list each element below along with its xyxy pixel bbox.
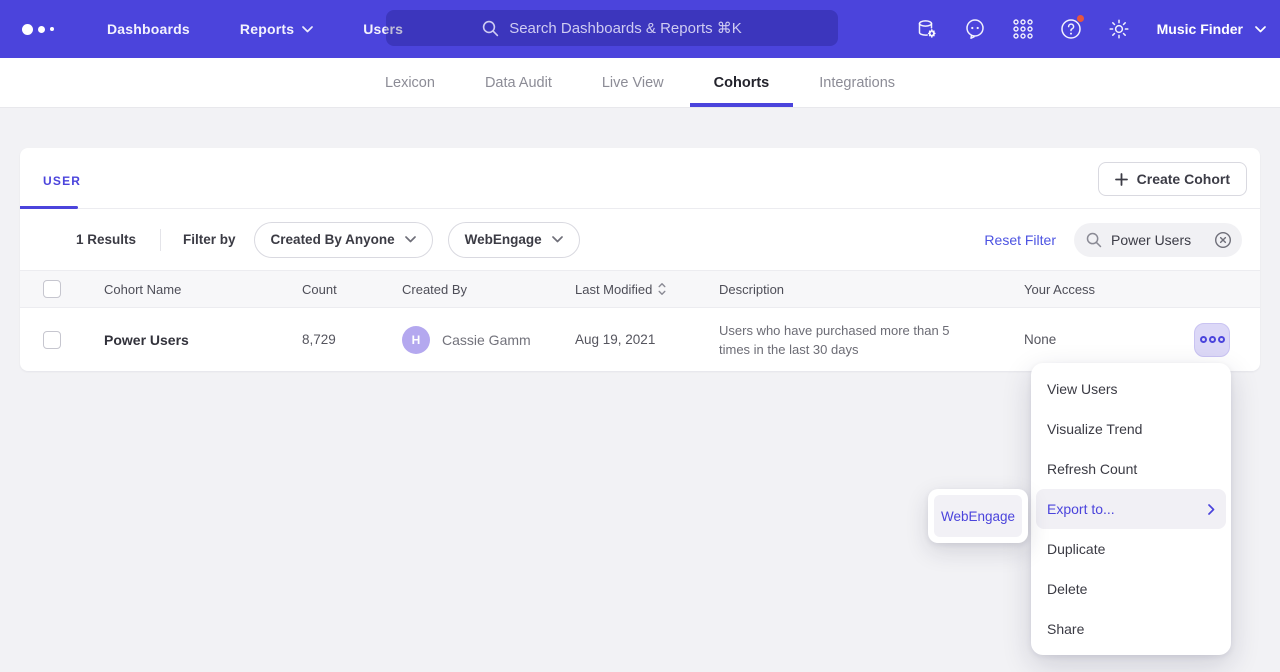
menu-item-refresh-count[interactable]: Refresh Count	[1031, 449, 1231, 489]
select-all-checkbox[interactable]	[43, 280, 61, 298]
create-cohort-label: Create Cohort	[1137, 171, 1230, 187]
reset-filter-link[interactable]: Reset Filter	[984, 232, 1056, 248]
nav-links: Dashboards Reports Users	[82, 0, 428, 58]
tab-live-view[interactable]: Live View	[578, 58, 688, 107]
project-name: Music Finder	[1157, 21, 1243, 37]
project-switcher[interactable]: Music Finder	[1157, 21, 1266, 37]
nav-link-label: Dashboards	[107, 21, 190, 37]
cohort-search-box	[1074, 223, 1242, 257]
col-header-cohort-name: Cohort Name	[104, 282, 302, 297]
menu-item-duplicate[interactable]: Duplicate	[1031, 529, 1231, 569]
cohort-type-tab-user[interactable]: USER	[43, 174, 81, 188]
menu-item-delete[interactable]: Delete	[1031, 569, 1231, 609]
created-by-filter-dropdown[interactable]: Created By Anyone	[254, 222, 433, 258]
top-navbar: Dashboards Reports Users Search Dashboar…	[0, 0, 1280, 58]
search-icon	[482, 20, 499, 37]
tab-integrations[interactable]: Integrations	[795, 58, 919, 107]
chevron-down-icon	[552, 236, 563, 243]
menu-item-share[interactable]: Share	[1031, 609, 1231, 649]
apps-grid-icon[interactable]	[999, 0, 1047, 58]
create-cohort-button[interactable]: Create Cohort	[1098, 162, 1247, 196]
clear-search-icon[interactable]	[1214, 231, 1232, 249]
tab-cohorts[interactable]: Cohorts	[690, 58, 794, 107]
nav-link-reports[interactable]: Reports	[215, 0, 338, 58]
created-by-name: Cassie Gamm	[442, 332, 531, 348]
chevron-down-icon	[405, 236, 416, 243]
row-checkbox[interactable]	[43, 331, 61, 349]
sort-icon	[658, 282, 666, 296]
col-header-your-access: Your Access	[1024, 282, 1134, 297]
search-icon	[1086, 232, 1102, 248]
menu-item-label: View Users	[1047, 381, 1118, 397]
created-by-cell: H Cassie Gamm	[402, 326, 575, 354]
tab-data-audit[interactable]: Data Audit	[461, 58, 576, 107]
results-count: 1 Results	[76, 232, 136, 247]
panel-header: USER Create Cohort	[20, 148, 1260, 209]
cohorts-panel: USER Create Cohort 1 Results Filter by C…	[20, 148, 1260, 371]
your-access-cell: None	[1024, 332, 1134, 347]
global-search-bar[interactable]: Search Dashboards & Reports ⌘K	[386, 10, 838, 46]
description-cell: Users who have purchased more than 5 tim…	[719, 321, 1024, 359]
col-header-count: Count	[302, 282, 402, 297]
section-tabbar: Lexicon Data Audit Live View Cohorts Int…	[0, 58, 1280, 108]
user-tab-label: USER	[43, 174, 81, 188]
table-row[interactable]: Power Users 8,729 H Cassie Gamm Aug 19, …	[20, 308, 1260, 371]
filter-toolbar-right: Reset Filter	[984, 223, 1242, 257]
tab-label: Data Audit	[485, 75, 552, 91]
avatar: H	[402, 326, 430, 354]
filter-dropdown-label: WebEngage	[465, 232, 542, 247]
tab-label: Integrations	[819, 75, 895, 91]
submenu-item-webengage[interactable]: WebEngage	[934, 495, 1022, 537]
row-context-menu: View Users Visualize Trend Refresh Count…	[1031, 363, 1231, 655]
filter-toolbar: 1 Results Filter by Created By Anyone We…	[20, 209, 1260, 270]
data-management-icon[interactable]	[903, 0, 951, 58]
menu-item-visualize-trend[interactable]: Visualize Trend	[1031, 409, 1231, 449]
mixpanel-logo[interactable]	[22, 24, 66, 35]
tab-label: Cohorts	[714, 75, 770, 91]
count-cell: 8,729	[302, 332, 402, 347]
menu-item-export-to[interactable]: Export to...	[1036, 489, 1226, 529]
menu-item-label: Export to...	[1047, 501, 1115, 517]
chevron-down-icon	[302, 26, 313, 33]
col-header-description: Description	[719, 282, 1024, 297]
divider	[160, 229, 161, 251]
plus-icon	[1115, 173, 1128, 186]
menu-item-label: Duplicate	[1047, 541, 1105, 557]
settings-icon[interactable]	[1095, 0, 1143, 58]
menu-item-view-users[interactable]: View Users	[1031, 369, 1231, 409]
menu-item-label: Delete	[1047, 581, 1087, 597]
tab-label: Live View	[602, 75, 664, 91]
chevron-down-icon	[1255, 26, 1266, 33]
col-header-created-by: Created By	[402, 282, 575, 297]
last-modified-cell: Aug 19, 2021	[575, 332, 719, 347]
col-header-last-modified[interactable]: Last Modified	[575, 282, 666, 297]
cohort-name-cell[interactable]: Power Users	[104, 332, 302, 348]
help-icon[interactable]	[1047, 0, 1095, 58]
cohort-search-input[interactable]	[1111, 232, 1205, 248]
table-header-row: Cohort Name Count Created By Last Modifi…	[20, 270, 1260, 308]
navbar-right: Music Finder	[903, 0, 1266, 58]
integration-filter-dropdown[interactable]: WebEngage	[448, 222, 580, 258]
global-search-placeholder: Search Dashboards & Reports ⌘K	[509, 19, 742, 37]
menu-item-label: Visualize Trend	[1047, 421, 1142, 437]
tab-lexicon[interactable]: Lexicon	[361, 58, 459, 107]
nav-link-label: Reports	[240, 21, 294, 37]
notification-dot	[1076, 14, 1085, 23]
export-submenu: WebEngage	[928, 489, 1028, 543]
row-actions	[1134, 323, 1260, 357]
chevron-right-icon	[1208, 504, 1215, 515]
filter-by-label: Filter by	[183, 232, 236, 247]
filter-dropdown-label: Created By Anyone	[271, 232, 395, 247]
feedback-icon[interactable]	[951, 0, 999, 58]
menu-item-label: Refresh Count	[1047, 461, 1137, 477]
more-options-button[interactable]	[1194, 323, 1230, 357]
col-header-label: Last Modified	[575, 282, 652, 297]
menu-item-label: Share	[1047, 621, 1084, 637]
submenu-item-label: WebEngage	[941, 509, 1015, 524]
nav-link-dashboards[interactable]: Dashboards	[82, 0, 215, 58]
tab-label: Lexicon	[385, 75, 435, 91]
